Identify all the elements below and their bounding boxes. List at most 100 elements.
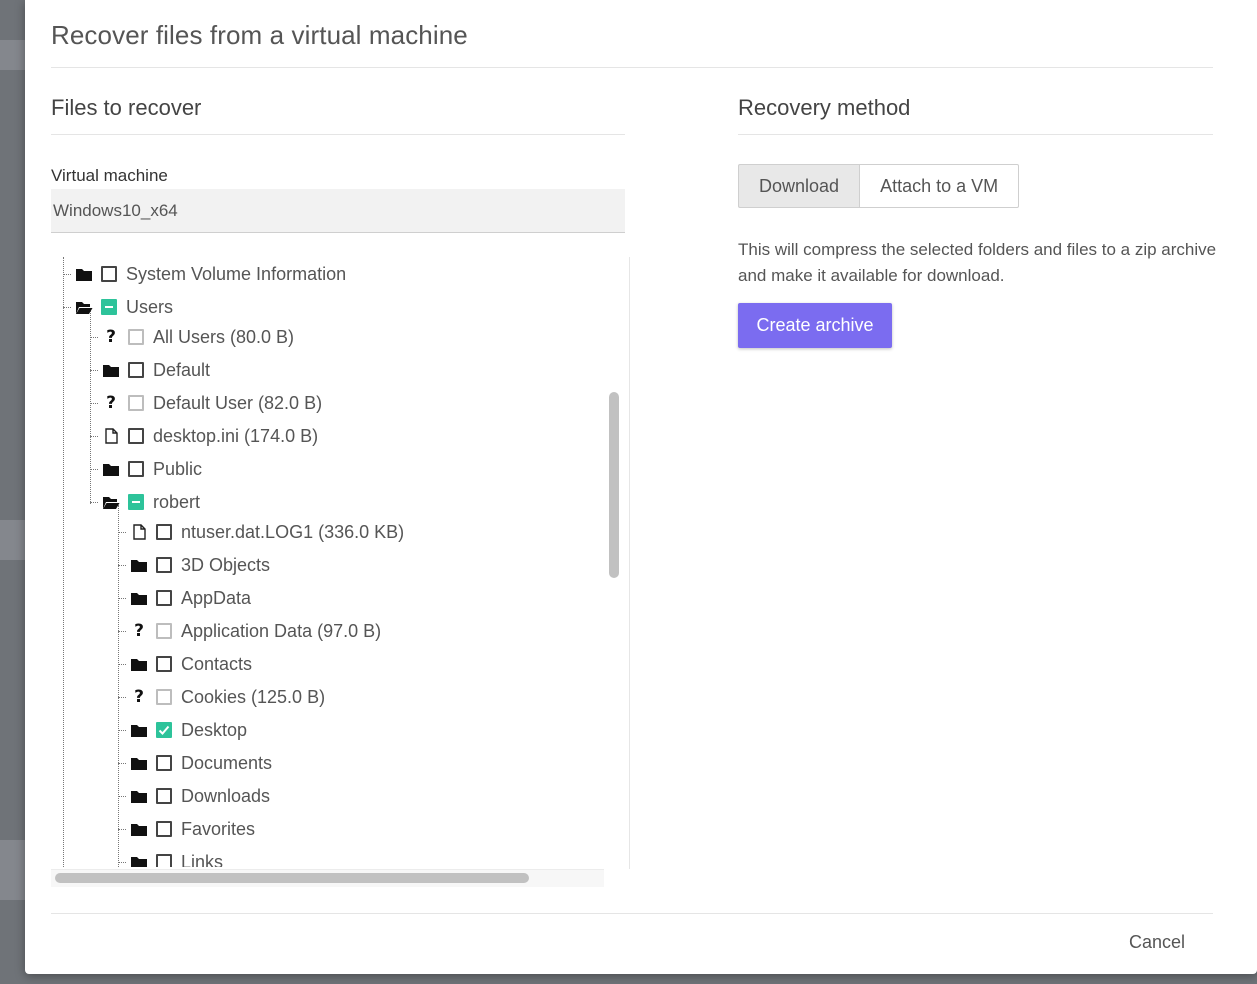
tree-checkbox[interactable] [156,722,172,738]
tree-node[interactable]: 3D Objects [118,552,270,578]
tree-node-label: ntuser.dat.LOG1 (336.0 KB) [181,521,405,542]
folder-icon[interactable] [130,820,148,838]
tree-node[interactable]: Documents [118,750,272,776]
tree-connector [90,336,98,338]
tree-node[interactable]: Desktop [118,717,247,743]
tree-vertical-scrollbar[interactable] [609,392,619,578]
tree-node[interactable]: robert [90,489,200,515]
tree-connector [90,402,98,404]
tree-checkbox[interactable] [101,266,117,282]
files-section-title: Files to recover [51,95,202,120]
title-divider [51,67,1213,68]
tree-connector [90,501,98,503]
tree-checkbox [128,395,144,411]
tree-connector [118,663,126,665]
tree-node[interactable]: Contacts [118,651,252,677]
tree-node-label: Users [126,296,174,317]
tree-node-label: Desktop [181,719,248,740]
tree-checkbox[interactable] [156,656,172,672]
tree-connector [118,531,126,533]
tree-node-label: System Volume Information [126,263,347,284]
folder-icon[interactable] [75,265,93,283]
recovery-section-divider [738,134,1213,135]
tree-horizontal-scrollbar[interactable] [55,873,529,883]
folder-icon[interactable] [130,556,148,574]
question-icon: ? [134,687,144,707]
tree-checkbox[interactable] [156,524,172,540]
folder-icon[interactable] [130,853,148,867]
question-icon: ? [134,621,144,641]
tree-node[interactable]: Links [118,849,223,867]
tree-connector [118,597,126,599]
tree-node[interactable]: ? Application Data (97.0 B) [118,618,381,644]
tree-connector [118,696,126,698]
method-description: This will compress the selected folders … [738,240,1217,285]
tree-checkbox[interactable] [156,788,172,804]
folder-icon[interactable] [130,721,148,739]
tree-vertical-scroll-track [629,257,630,869]
tree-checkbox[interactable] [101,299,117,315]
tree-connector [63,273,71,275]
tree-node[interactable]: System Volume Information [63,261,346,287]
tree-checkbox[interactable] [156,590,172,606]
folder-icon[interactable] [130,589,148,607]
folder-icon[interactable] [102,460,120,478]
folder-icon[interactable] [130,787,148,805]
tree-node[interactable]: desktop.ini (174.0 B) [90,423,318,449]
folder-icon[interactable] [130,754,148,772]
tree-node-label: AppData [181,587,252,608]
file-tree[interactable]: System Volume Information Users ? All Users… [51,257,604,867]
tree-connector [118,795,126,797]
tree-checkbox[interactable] [128,461,144,477]
tree-node[interactable]: Public [90,456,202,482]
tree-node-label: desktop.ini (174.0 B) [153,425,319,446]
tree-connector [118,861,126,863]
tree-node-label: Public [153,458,203,479]
file-icon [130,523,148,541]
tree-node[interactable]: Users [63,294,173,320]
tree-checkbox[interactable] [128,428,144,444]
tree-checkbox[interactable] [156,854,172,867]
folder-icon[interactable] [102,361,120,379]
tree-connector [118,828,126,830]
tree-connector [63,306,71,308]
tree-node[interactable]: Favorites [118,816,255,842]
tree-node[interactable]: AppData [118,585,251,611]
tree-node-label: Downloads [181,785,271,806]
recovery-section-title: Recovery method [738,95,911,120]
tree-connector [118,564,126,566]
folder-open-icon[interactable] [102,493,120,511]
folder-icon[interactable] [130,655,148,673]
tree-checkbox[interactable] [128,362,144,378]
tree-checkbox [128,329,144,345]
download-method-button[interactable]: Download [738,164,860,208]
tree-connector [118,630,126,632]
vm-field-label: Virtual machine [51,166,168,185]
tree-connector [118,729,126,731]
tree-node[interactable]: ? All Users (80.0 B) [90,324,294,350]
tree-node[interactable]: Downloads [118,783,270,809]
tree-node[interactable]: ? Default User (82.0 B) [90,390,322,416]
create-archive-button[interactable]: Create archive [738,303,892,348]
tree-node-label: Default [153,359,211,380]
files-section-divider [51,134,625,135]
question-icon: ? [106,393,116,413]
tree-checkbox[interactable] [128,494,144,510]
recovery-method-toggle: Download Attach to a VM [738,164,1020,208]
tree-checkbox [156,689,172,705]
tree-node-label: Default User (82.0 B) [153,392,323,413]
question-icon: ? [106,327,116,347]
vm-field[interactable] [51,189,625,233]
check-icon [158,725,170,735]
tree-checkbox[interactable] [156,557,172,573]
tree-node[interactable]: ntuser.dat.LOG1 (336.0 KB) [118,519,404,545]
folder-open-icon[interactable] [75,298,93,316]
cancel-button[interactable]: Cancel [1121,928,1193,957]
recover-files-dialog: Recover files from a virtual machine Fil… [25,0,1257,974]
tree-checkbox[interactable] [156,755,172,771]
attach-vm-method-button[interactable]: Attach to a VM [859,164,1020,208]
tree-checkbox[interactable] [156,821,172,837]
tree-node-label: Cookies (125.0 B) [181,686,326,707]
tree-node[interactable]: Default [90,357,210,383]
tree-node[interactable]: ? Cookies (125.0 B) [118,684,325,710]
